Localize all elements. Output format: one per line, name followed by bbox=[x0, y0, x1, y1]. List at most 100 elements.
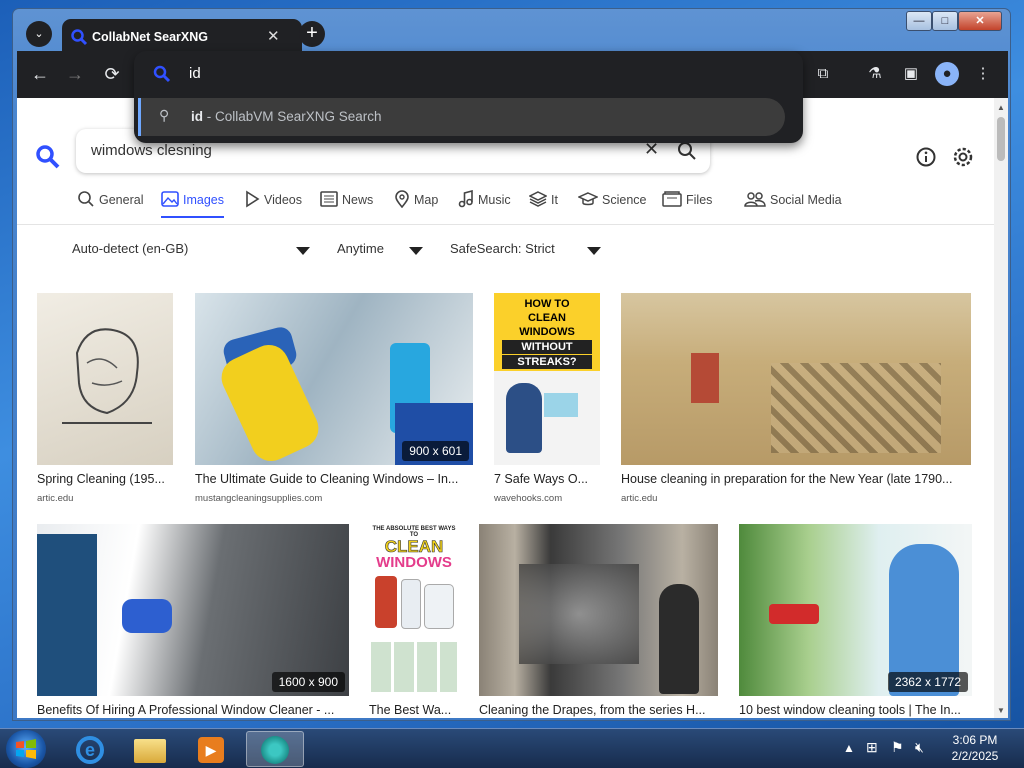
tab-general[interactable]: General bbox=[77, 190, 143, 218]
newspaper-icon bbox=[320, 191, 338, 207]
info-icon[interactable] bbox=[915, 146, 937, 168]
tab-it[interactable]: It bbox=[528, 190, 558, 218]
landscape-scene bbox=[519, 564, 639, 664]
volume-muted-icon[interactable]: 🔇︎ bbox=[915, 739, 924, 756]
result-title-5[interactable]: Benefits Of Hiring A Professional Window… bbox=[37, 703, 349, 717]
overlay-line: WINDOWS bbox=[376, 554, 452, 571]
result-image-5[interactable]: 1600 x 900 bbox=[37, 524, 349, 696]
image-dimensions-badge: 900 x 601 bbox=[402, 441, 469, 461]
reload-button[interactable]: ⟳ bbox=[99, 61, 125, 87]
red-panel bbox=[691, 353, 719, 403]
time-dropdown-icon[interactable] bbox=[409, 247, 423, 255]
result-title-1[interactable]: Spring Cleaning (195... bbox=[37, 472, 177, 486]
result-image-7[interactable] bbox=[479, 524, 718, 696]
page-scrollbar[interactable]: ▲ ▼ bbox=[994, 98, 1008, 718]
result-title-2[interactable]: The Ultimate Guide to Cleaning Windows –… bbox=[195, 472, 475, 486]
chrome-menu-icon[interactable]: ⋮ bbox=[971, 62, 995, 86]
start-button[interactable] bbox=[6, 730, 46, 768]
result-image-2[interactable]: 900 x 601 bbox=[195, 293, 473, 465]
browser-window: ⌄ CollabNet SearXNG ✕ + — □ ✕ ← → ⟳ ⧉ ⚗ … bbox=[12, 8, 1011, 721]
tab-it-label: It bbox=[551, 193, 558, 207]
search-icon bbox=[78, 191, 94, 207]
extensions-icon[interactable]: ⧉ bbox=[811, 62, 835, 86]
result-title-7[interactable]: Cleaning the Drapes, from the series H..… bbox=[479, 703, 719, 717]
tab-videos-label: Videos bbox=[264, 193, 302, 207]
maximize-button[interactable]: □ bbox=[932, 11, 958, 31]
browser-app-icon bbox=[261, 736, 289, 764]
result-image-3[interactable]: HOW TO CLEAN WINDOWS WITHOUT STREAKS? bbox=[494, 293, 600, 465]
scrollbar-thumb[interactable] bbox=[997, 117, 1005, 161]
result-image-6[interactable]: THE ABSOLUTE BEST WAYS TO CLEAN WINDOWS bbox=[369, 524, 459, 696]
scroll-up-arrow-icon[interactable]: ▲ bbox=[997, 103, 1005, 112]
action-center-flag-icon[interactable]: ⚑ bbox=[891, 739, 904, 756]
taskbar-chrome[interactable] bbox=[246, 731, 304, 767]
searxng-logo-icon[interactable] bbox=[35, 144, 61, 170]
divider bbox=[17, 224, 994, 225]
close-window-button[interactable]: ✕ bbox=[958, 11, 1002, 31]
scroll-down-arrow-icon[interactable]: ▼ bbox=[997, 706, 1005, 715]
new-tab-button[interactable]: + bbox=[299, 21, 325, 47]
language-dropdown-icon[interactable] bbox=[296, 247, 310, 255]
network-icon[interactable]: ⊞ bbox=[866, 739, 878, 756]
address-bar-input[interactable]: id bbox=[189, 65, 201, 82]
jug-shape bbox=[424, 584, 454, 629]
clock[interactable]: 3:06 PM 2/2/2025 bbox=[944, 733, 1006, 763]
taskbar-internet-explorer[interactable]: e bbox=[62, 731, 118, 767]
tab-images[interactable]: Images bbox=[161, 190, 224, 218]
search-submit-icon[interactable] bbox=[677, 141, 697, 161]
people-icon bbox=[744, 192, 766, 207]
result-image-8[interactable]: 2362 x 1772 bbox=[739, 524, 972, 696]
tab-map[interactable]: Map bbox=[394, 190, 438, 218]
tab-files[interactable]: Files bbox=[662, 190, 712, 218]
time-range-select[interactable]: Anytime bbox=[337, 241, 384, 256]
tab-images-label: Images bbox=[183, 193, 224, 207]
taskbar-media-player[interactable]: ▶ bbox=[182, 731, 238, 767]
omnibox-suggestion[interactable]: ⚲ id - CollabVM SearXNG Search bbox=[138, 98, 785, 136]
image-overlay-text: HOW TO CLEAN WINDOWS WITHOUT STREAKS? bbox=[494, 293, 600, 371]
labs-flask-icon[interactable]: ⚗ bbox=[863, 62, 887, 86]
map-pin-icon bbox=[395, 190, 409, 209]
minimize-button[interactable]: — bbox=[906, 11, 932, 31]
worker-figure bbox=[37, 534, 97, 696]
result-title-4[interactable]: House cleaning in preparation for the Ne… bbox=[621, 472, 973, 486]
settings-gear-icon[interactable] bbox=[951, 145, 975, 169]
tab-search-button[interactable]: ⌄ bbox=[26, 21, 52, 47]
language-select[interactable]: Auto-detect (en-GB) bbox=[72, 241, 188, 256]
overlay-line: WINDOWS bbox=[519, 326, 575, 338]
tab-videos[interactable]: Videos bbox=[244, 190, 302, 218]
searxng-logo-icon bbox=[71, 29, 88, 46]
tab-close-icon[interactable]: ✕ bbox=[267, 27, 280, 45]
tab-science[interactable]: Science bbox=[577, 190, 647, 218]
suggestion-text: id - CollabVM SearXNG Search bbox=[191, 109, 382, 124]
side-panel-icon[interactable]: ▣ bbox=[899, 62, 923, 86]
tab-science-label: Science bbox=[602, 193, 647, 207]
files-icon bbox=[662, 191, 682, 207]
minimize-icon: — bbox=[913, 15, 925, 27]
result-image-1[interactable] bbox=[37, 293, 173, 465]
tab-music-label: Music bbox=[478, 193, 511, 207]
tab-searxng[interactable]: CollabNet SearXNG ✕ bbox=[62, 19, 302, 55]
taskbar-file-explorer[interactable] bbox=[122, 731, 178, 767]
safesearch-dropdown-icon[interactable] bbox=[587, 247, 601, 255]
tab-news[interactable]: News bbox=[320, 190, 373, 218]
tab-social-media[interactable]: Social Media bbox=[744, 190, 842, 218]
play-icon bbox=[246, 190, 260, 208]
person-figure bbox=[659, 584, 699, 694]
tab-map-label: Map bbox=[414, 193, 439, 207]
media-player-icon: ▶ bbox=[198, 737, 224, 763]
tab-music[interactable]: Music bbox=[458, 189, 511, 218]
result-title-8[interactable]: 10 best window cleaning tools | The In..… bbox=[739, 703, 973, 717]
show-hidden-icons-icon[interactable]: ▲ bbox=[843, 741, 855, 755]
result-title-3[interactable]: 7 Safe Ways O... bbox=[494, 472, 604, 486]
close-icon: ✕ bbox=[975, 15, 985, 27]
forward-button[interactable]: → bbox=[62, 61, 88, 87]
profile-avatar-icon[interactable]: ● bbox=[935, 62, 959, 86]
search-icon: ⚲ bbox=[159, 107, 170, 123]
person-figure bbox=[506, 383, 542, 453]
result-title-6[interactable]: The Best Wa... bbox=[369, 703, 461, 717]
result-source-1: artic.edu bbox=[37, 493, 74, 504]
safesearch-select[interactable]: SafeSearch: Strict bbox=[450, 241, 555, 256]
back-button[interactable]: ← bbox=[27, 61, 53, 87]
result-image-4[interactable] bbox=[621, 293, 971, 465]
search-input[interactable]: wimdows clesning bbox=[91, 142, 212, 159]
